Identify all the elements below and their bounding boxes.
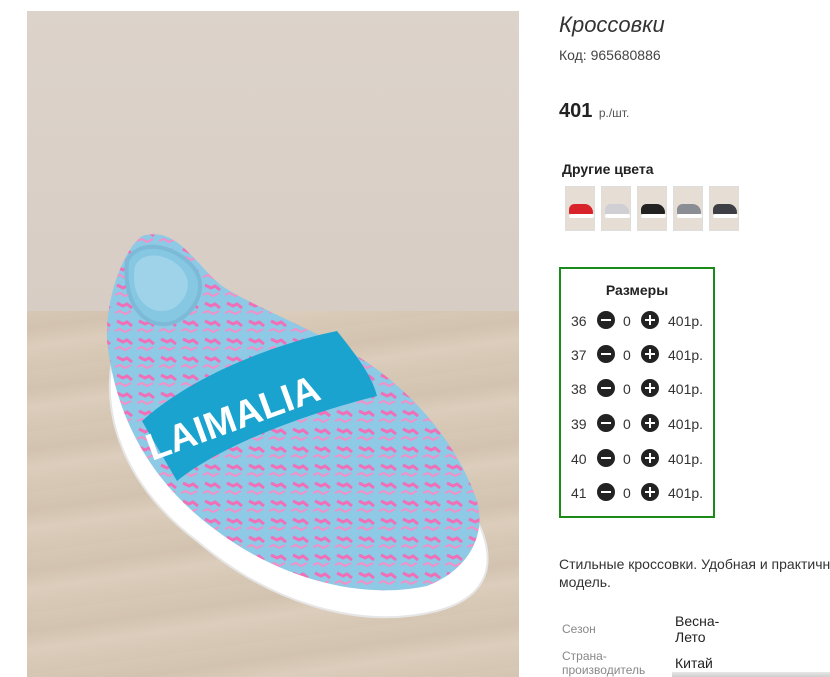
size-row: 41 0 401р.: [561, 483, 713, 503]
season-value-line-1: Весна-: [675, 613, 720, 629]
sizes-panel: Размеры 36 0 401р. 37 0 401р. 38 0 401р.…: [559, 267, 715, 518]
color-swatches: [565, 186, 739, 231]
size-price: 401р.: [668, 313, 704, 329]
plus-icon[interactable]: [641, 379, 659, 397]
size-price: 401р.: [668, 451, 704, 467]
season-label: Сезон: [562, 622, 596, 636]
plus-icon[interactable]: [641, 449, 659, 467]
size-label: 37: [571, 347, 587, 363]
minus-icon[interactable]: [597, 345, 615, 363]
quantity-value: 0: [623, 381, 631, 397]
quantity-value: 0: [623, 485, 631, 501]
quantity-value: 0: [623, 416, 631, 432]
size-row: 40 0 401р.: [561, 449, 713, 469]
quantity-value: 0: [623, 313, 631, 329]
product-price: 401 р./шт.: [559, 100, 629, 123]
plus-icon[interactable]: [641, 311, 659, 329]
size-label: 38: [571, 381, 587, 397]
product-title: Кроссовки: [559, 12, 665, 37]
size-row: 38 0 401р.: [561, 379, 713, 399]
description-line-1: Стильные кроссовки. Удобная и практичная: [559, 556, 830, 572]
color-swatch-gray-white[interactable]: [673, 186, 703, 231]
color-swatch-light-gray[interactable]: [601, 186, 631, 231]
price-unit: р./шт.: [598, 106, 630, 120]
size-label: 36: [571, 313, 587, 329]
plus-icon[interactable]: [641, 483, 659, 501]
color-swatch-black[interactable]: [637, 186, 667, 231]
size-row: 36 0 401р.: [561, 311, 713, 331]
price-value: 401: [559, 100, 593, 122]
size-row: 37 0 401р.: [561, 345, 713, 365]
minus-icon[interactable]: [597, 311, 615, 329]
minus-icon[interactable]: [597, 483, 615, 501]
quantity-value: 0: [623, 347, 631, 363]
country-label-line-2: производитель: [562, 663, 646, 677]
quantity-value: 0: [623, 451, 631, 467]
size-label: 40: [571, 451, 587, 467]
product-code: Код: 965680886: [559, 47, 661, 63]
plus-icon[interactable]: [641, 414, 659, 432]
country-value: Китай: [675, 655, 713, 671]
product-photo[interactable]: LAIMALIA: [27, 11, 519, 677]
other-colors-title: Другие цвета: [562, 161, 654, 177]
size-price: 401р.: [668, 347, 704, 363]
description-line-2: модель.: [559, 574, 611, 590]
country-label-line-1: Страна-: [562, 649, 607, 663]
sneaker-illustration: LAIMALIA: [106, 234, 489, 619]
color-swatch-dark-gray[interactable]: [709, 186, 739, 231]
plus-icon[interactable]: [641, 345, 659, 363]
season-value-line-2: Лето: [675, 629, 706, 645]
size-label: 39: [571, 416, 587, 432]
size-row: 39 0 401р.: [561, 414, 713, 434]
minus-icon[interactable]: [597, 414, 615, 432]
minus-icon[interactable]: [597, 379, 615, 397]
color-swatch-red[interactable]: [565, 186, 595, 231]
size-label: 41: [571, 485, 587, 501]
size-price: 401р.: [668, 485, 704, 501]
floating-bar-edge: [672, 672, 830, 677]
size-price: 401р.: [668, 416, 704, 432]
minus-icon[interactable]: [597, 449, 615, 467]
size-price: 401р.: [668, 381, 704, 397]
sizes-title: Размеры: [605, 282, 669, 298]
product-description: Стильные кроссовки. Удобная и практичная…: [559, 555, 830, 591]
